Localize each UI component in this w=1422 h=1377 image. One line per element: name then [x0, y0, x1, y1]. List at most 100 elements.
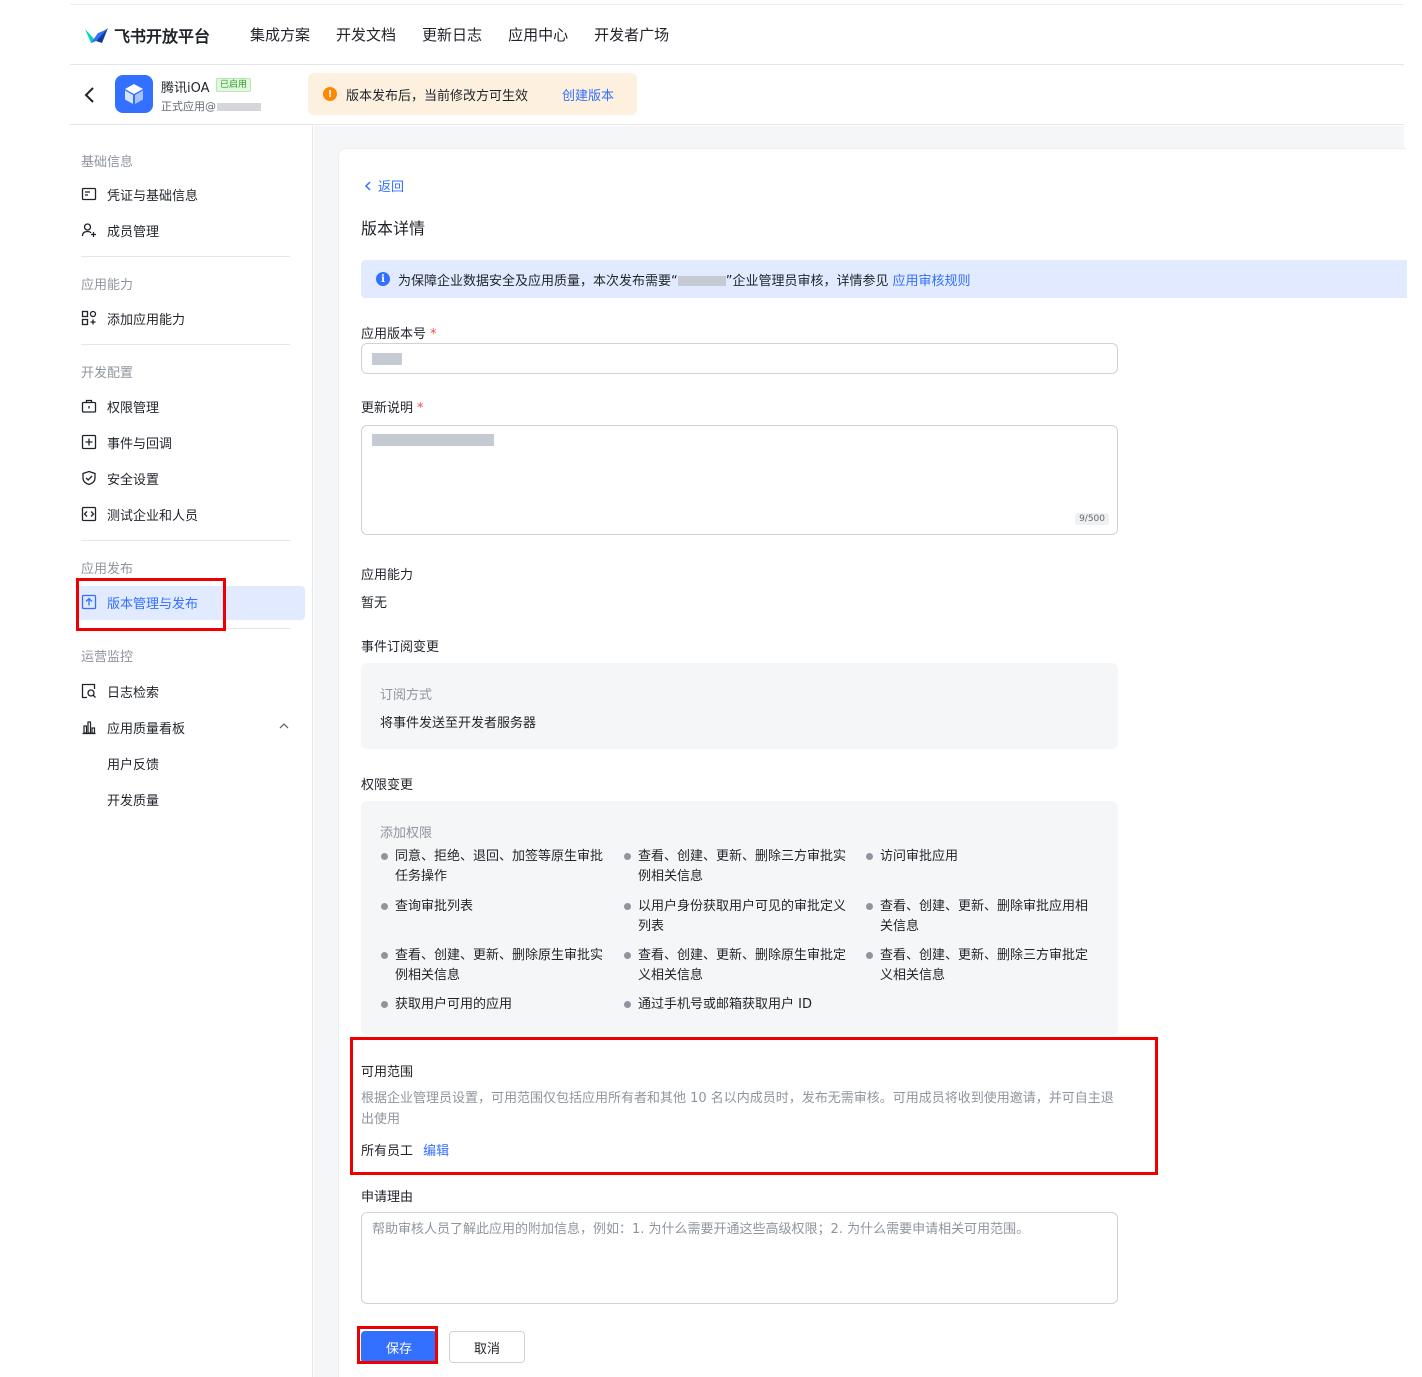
back-link[interactable]: 返回 — [362, 176, 404, 195]
sidebar-item-dev-quality[interactable]: 开发质量 — [107, 790, 159, 809]
permission-item: 查看、创建、更新、删除三方审批定义相关信息 — [866, 946, 1098, 986]
permission-item: 访问审批应用 — [866, 847, 1098, 867]
info-text-after: ”企业管理员审核，详情参见 — [725, 273, 889, 289]
app-subtitle-text: 正式应用@ — [161, 100, 216, 113]
sidebar-item-feedback[interactable]: 用户反馈 — [107, 754, 159, 773]
left-gutter — [0, 0, 70, 1377]
sidebar-group-dev: 开发配置 — [81, 366, 134, 381]
cube-icon — [125, 84, 143, 104]
redacted-value — [372, 434, 494, 446]
event-plus-icon — [81, 434, 97, 450]
version-detail-card: 返回 版本详情 i 为保障企业数据安全及应用质量，本次发布需要“ ”企业管理员审核… — [338, 148, 1407, 1377]
app-icon — [115, 75, 153, 113]
info-icon: i — [376, 272, 390, 286]
permission-item: 查询审批列表 — [381, 897, 613, 917]
nav-item-developer-square[interactable]: 开发者广场 — [594, 24, 669, 45]
permission-item: 查看、创建、更新、删除审批应用相关信息 — [866, 897, 1098, 937]
shield-check-icon — [82, 470, 96, 486]
create-version-link[interactable]: 创建版本 — [562, 85, 614, 104]
redacted-value — [677, 276, 726, 286]
permission-item: 查看、创建、更新、删除原生审批实例相关信息 — [381, 946, 613, 986]
top-navigation: 飞书开放平台 集成方案 开发文档 更新日志 应用中心 开发者广场 — [70, 4, 1404, 65]
reason-label: 申请理由 — [361, 1190, 414, 1205]
sidebar-item-label: 日志检索 — [107, 685, 160, 701]
nav-item-changelog[interactable]: 更新日志 — [422, 24, 482, 45]
subscription-method-value: 将事件发送至开发者服务器 — [380, 716, 537, 731]
page-title: 版本详情 — [361, 219, 426, 238]
sidebar-item-label: 添加应用能力 — [107, 312, 186, 328]
reason-textarea[interactable]: 帮助审核人员了解此应用的附加信息，例如：1. 为什么需要开通这些高级权限；2. … — [361, 1212, 1118, 1304]
permission-item: 通过手机号或邮箱获取用户 ID — [624, 995, 856, 1015]
brand-name: 飞书开放平台 — [114, 26, 211, 46]
annotation-box-save — [357, 1326, 438, 1364]
version-input[interactable] — [361, 343, 1118, 374]
main-area: 返回 版本详情 i 为保障企业数据安全及应用质量，本次发布需要“ ”企业管理员审核… — [314, 126, 1407, 1377]
briefcase-lock-icon — [81, 399, 97, 413]
info-text-before: 为保障企业数据安全及应用质量，本次发布需要“ — [398, 273, 678, 289]
annotation-box-scope — [350, 1037, 1158, 1175]
sidebar-item-events[interactable]: 事件与回调 — [81, 430, 172, 454]
sidebar-item-label: 事件与回调 — [107, 436, 173, 452]
required-mark: * — [430, 327, 437, 342]
add-permission-label: 添加权限 — [380, 826, 433, 841]
version-label-text: 应用版本号 — [361, 327, 427, 342]
chevron-up-icon[interactable] — [279, 722, 289, 730]
review-rules-link[interactable]: 应用审核规则 — [893, 270, 971, 289]
sidebar-item-label: 凭证与基础信息 — [107, 188, 199, 204]
sidebar-item-test-org[interactable]: 测试企业和人员 — [81, 502, 198, 526]
sidebar-item-add-capability[interactable]: 添加应用能力 — [81, 306, 185, 330]
sidebar-item-quality[interactable]: 应用质量看板 — [81, 715, 185, 739]
sidebar-item-credentials[interactable]: 凭证与基础信息 — [81, 182, 198, 206]
capability-value: 暂无 — [361, 596, 388, 611]
app-subtitle: 正式应用@ — [161, 98, 261, 114]
nav-item-solutions[interactable]: 集成方案 — [250, 24, 310, 45]
permission-change-box: 添加权限 同意、拒绝、退回、加签等原生审批任务操作 查看、创建、更新、删除三方审… — [361, 801, 1118, 1035]
sidebar-group-ops: 运营监控 — [81, 650, 134, 665]
nav-item-app-center[interactable]: 应用中心 — [508, 24, 568, 45]
sidebar-item-permissions[interactable]: 权限管理 — [81, 394, 159, 418]
cancel-button[interactable]: 取消 — [449, 1331, 525, 1363]
redacted-value — [372, 353, 402, 365]
notes-label-text: 更新说明 — [361, 401, 414, 416]
add-user-icon — [81, 223, 96, 237]
app-bar: 腾讯iOA 已启用 正式应用@ ! 版本发布后，当前修改方可生效 创建版本 — [70, 65, 1404, 125]
sidebar-item-security[interactable]: 安全设置 — [81, 466, 159, 490]
warning-icon: ! — [323, 87, 337, 101]
sidebar-item-members[interactable]: 成员管理 — [81, 218, 159, 242]
required-mark: * — [417, 401, 424, 416]
sidebar-item-label: 安全设置 — [107, 472, 160, 488]
sidebar-divider — [81, 344, 290, 345]
sidebar-group-basic: 基础信息 — [81, 155, 134, 170]
publish-notice: ! 版本发布后，当前修改方可生效 创建版本 — [308, 73, 637, 115]
event-change-label: 事件订阅变更 — [361, 640, 440, 655]
sidebar-divider — [81, 540, 290, 541]
sidebar-item-logs[interactable]: 日志检索 — [81, 679, 159, 703]
id-card-icon — [81, 187, 97, 201]
log-search-icon — [81, 683, 96, 699]
permission-item: 获取用户可用的应用 — [381, 995, 613, 1015]
apps-add-icon — [81, 310, 97, 326]
sidebar-divider — [81, 256, 290, 257]
chevron-left-icon — [364, 180, 371, 191]
brand[interactable]: 飞书开放平台 — [82, 23, 210, 47]
back-chevron-icon[interactable] — [82, 85, 98, 105]
sidebar-item-label: 测试企业和人员 — [107, 508, 199, 524]
redacted-value — [217, 103, 261, 111]
back-link-label: 返回 — [378, 180, 405, 195]
annotation-box-version-menu — [76, 578, 226, 631]
permission-change-label: 权限变更 — [361, 778, 414, 793]
info-text: 为保障企业数据安全及应用质量，本次发布需要“ ”企业管理员审核，详情参见 — [398, 270, 889, 289]
nav-item-docs[interactable]: 开发文档 — [336, 24, 396, 45]
notes-textarea[interactable]: 9/500 — [361, 425, 1118, 535]
permission-item: 以用户身份获取用户可见的审批定义列表 — [624, 897, 856, 937]
review-info-bar: i 为保障企业数据安全及应用质量，本次发布需要“ ”企业管理员审核，详情参见 应用… — [361, 260, 1407, 298]
feishu-logo-icon — [85, 27, 108, 43]
sidebar-group-capability: 应用能力 — [81, 278, 134, 293]
subscription-method-label: 订阅方式 — [380, 688, 433, 703]
sidebar-item-label: 成员管理 — [107, 224, 160, 240]
notes-label: 更新说明 * — [361, 397, 424, 416]
event-subscription-box: 订阅方式 将事件发送至开发者服务器 — [361, 663, 1118, 749]
notice-text: 版本发布后，当前修改方可生效 — [346, 88, 529, 104]
app-name: 腾讯iOA — [161, 81, 210, 96]
permission-item: 查看、创建、更新、删除原生审批定义相关信息 — [624, 946, 856, 986]
